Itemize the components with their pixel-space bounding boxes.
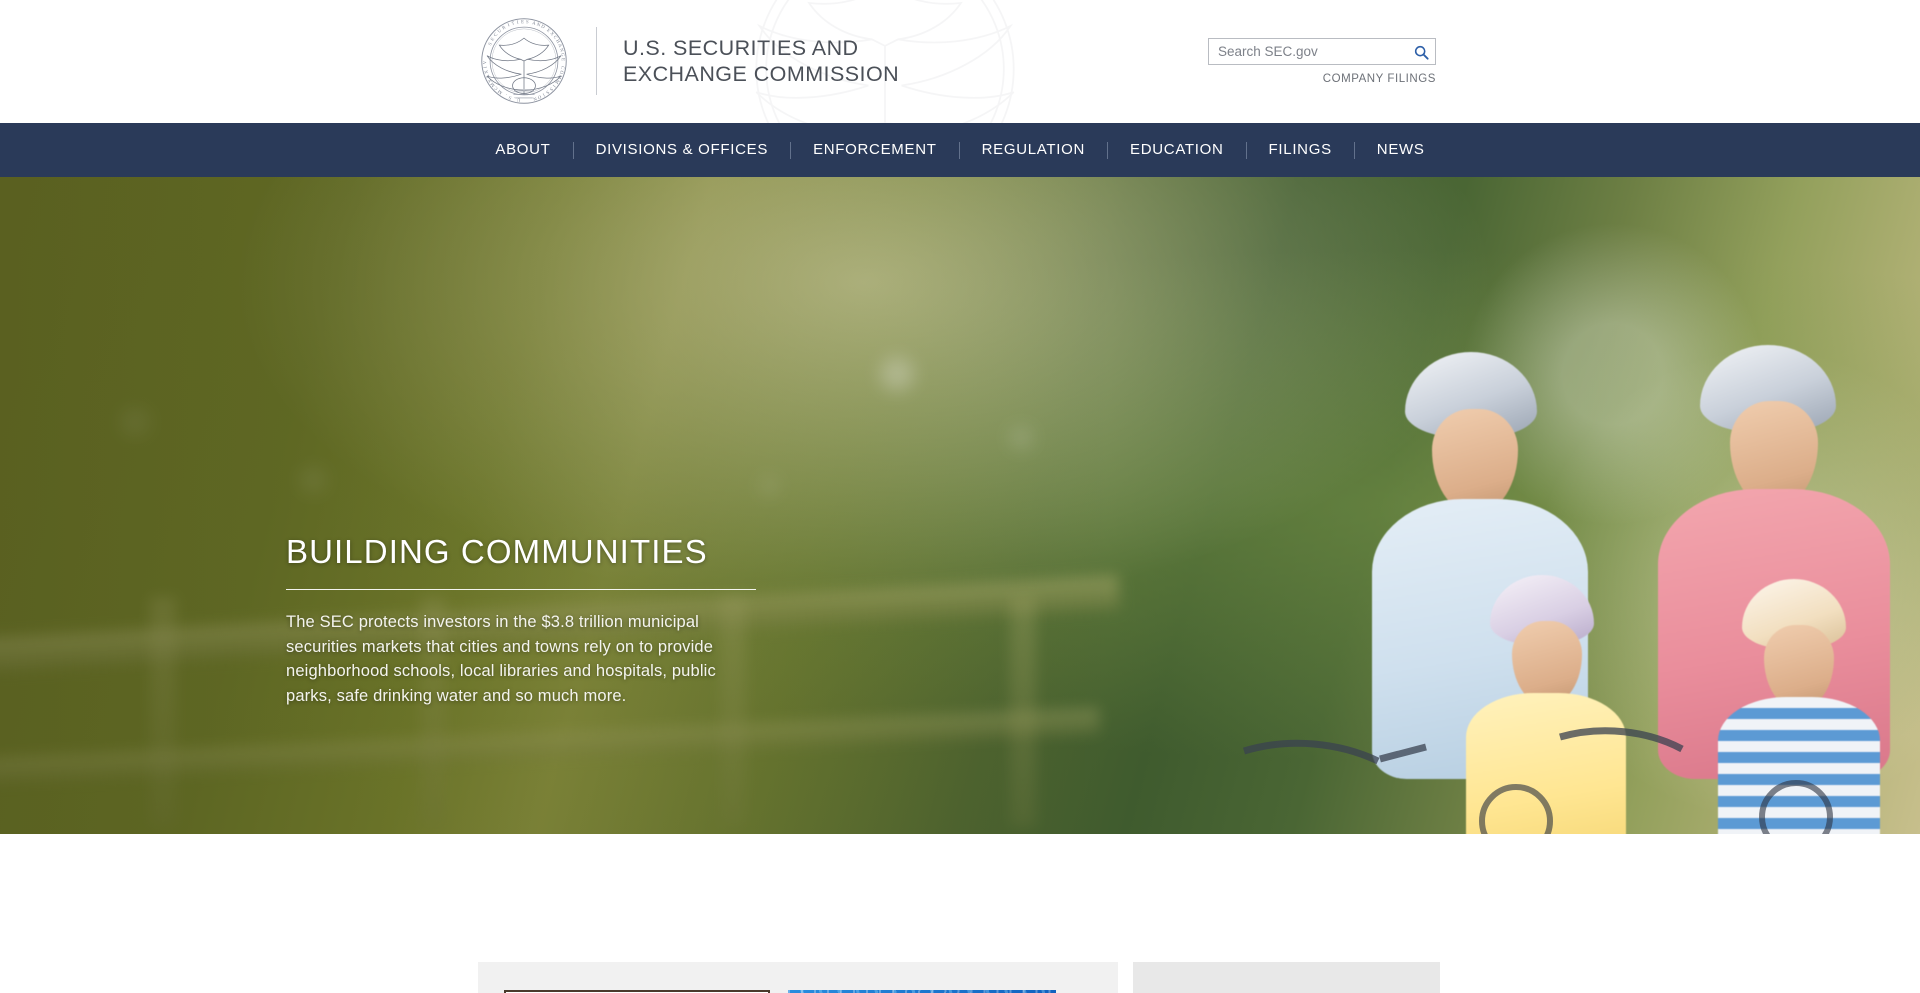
hero-copy: BUILDING COMMUNITIES The SEC protects in… [286, 532, 756, 708]
hero-title: BUILDING COMMUNITIES [286, 533, 708, 570]
search-input[interactable] [1209, 39, 1405, 64]
site-header: S E C U R I T I E S A N D E X C H A N G [0, 0, 1920, 123]
search-box[interactable] [1208, 38, 1436, 65]
svg-text:E: E [560, 58, 565, 61]
nav-item-divisions-offices[interactable]: DIVISIONS & OFFICES [574, 123, 791, 177]
sec-seal-icon: S E C U R I T I E S A N D E X C H A N G [481, 18, 567, 104]
submit-tip-panel[interactable]: Submit a Tip or [1133, 962, 1440, 993]
nav-item-education[interactable]: EDUCATION [1108, 123, 1246, 177]
main-navigation: ABOUT DIVISIONS & OFFICES ENFORCEMENT RE… [0, 123, 1920, 177]
svg-text:S: S [526, 20, 529, 25]
search-icon [1414, 45, 1429, 60]
nav-item-about[interactable]: ABOUT [473, 123, 572, 177]
svg-text:V: V [483, 60, 488, 64]
search-submit-button[interactable] [1411, 42, 1432, 62]
company-filings-link[interactable]: COMPANY FILINGS [1208, 73, 1436, 85]
hero-rule [286, 589, 756, 590]
site-brand[interactable]: S E C U R I T I E S A N D E X C H A N G [480, 14, 899, 108]
nav-item-filings[interactable]: FILINGS [1247, 123, 1354, 177]
lower-section: Submit a Tip or [0, 834, 1920, 993]
nav-item-news[interactable]: NEWS [1355, 123, 1447, 177]
hero-overlay-shade [0, 177, 1920, 834]
hero-section: BUILDING COMMUNITIES The SEC protects in… [0, 177, 1920, 834]
nav-item-enforcement[interactable]: ENFORCEMENT [791, 123, 959, 177]
hero-body-text: The SEC protects investors in the $3.8 t… [286, 613, 716, 705]
news-panel [478, 962, 1118, 993]
brand-divider [596, 27, 597, 95]
nav-list: ABOUT DIVISIONS & OFFICES ENFORCEMENT RE… [473, 123, 1446, 177]
agency-title: U.S. SECURITIES AND EXCHANGE COMMISSION [623, 35, 900, 87]
svg-text:E: E [521, 20, 524, 25]
search-zone: COMPANY FILINGS [1208, 38, 1436, 85]
nav-item-regulation[interactable]: REGULATION [960, 123, 1107, 177]
